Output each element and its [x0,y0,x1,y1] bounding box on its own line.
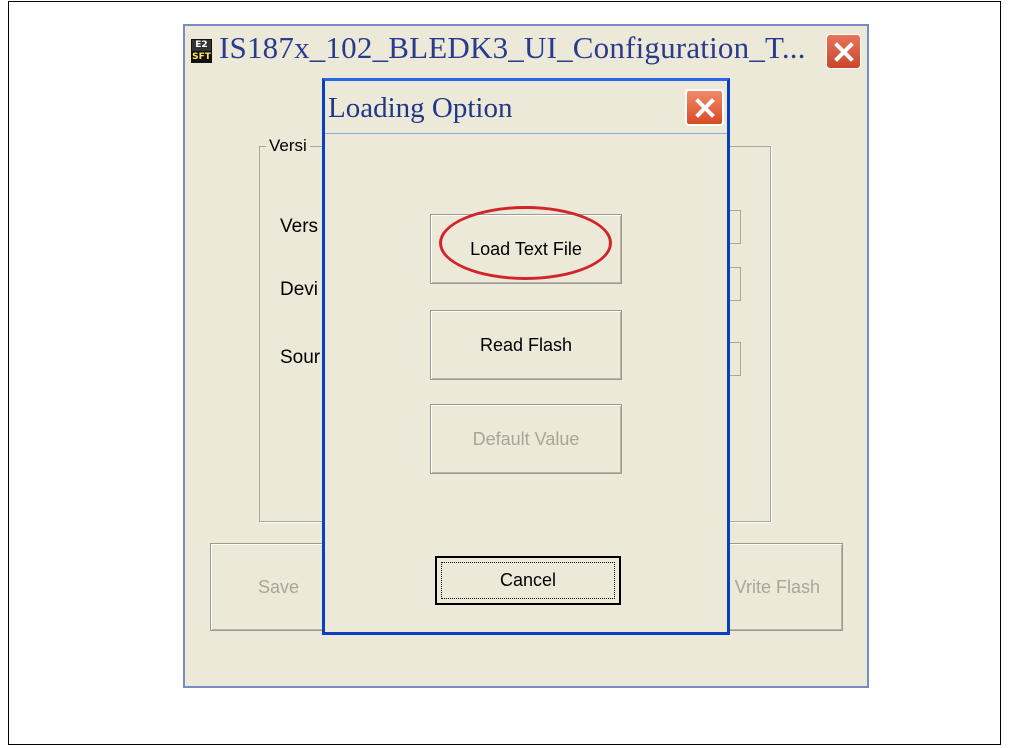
close-icon [833,41,854,62]
main-close-button[interactable] [826,34,861,69]
dialog-titlebar[interactable]: Loading Option [322,78,730,133]
version-combo[interactable] [730,210,741,244]
focus-rectangle [441,562,615,599]
groupbox-label: Versi [266,136,310,156]
version-label: Vers [280,216,319,237]
main-titlebar[interactable]: E2 SFT IS187x_102_BLEDK3_UI_Configuratio… [185,26,867,74]
cancel-button[interactable]: Cancel [435,556,621,605]
device-label: Devi [280,279,319,300]
dialog-body: Load Text File Read Flash Default Value … [325,133,727,633]
dialog-close-button[interactable] [685,89,724,126]
window-title: IS187x_102_BLEDK3_UI_Configuration_T... [219,30,806,65]
dialog-title: Loading Option [328,92,513,124]
app-icon-text-bottom: SFT [192,52,211,62]
default-value-button: Default Value [430,404,622,474]
source-combo[interactable] [730,342,741,376]
read-flash-button[interactable]: Read Flash [430,310,622,380]
app-icon: E2 SFT [191,39,212,63]
close-icon [694,97,715,118]
device-combo[interactable] [730,267,741,301]
app-icon-text-top: E2 [192,40,211,51]
load-text-file-button[interactable]: Load Text File [430,214,622,284]
loading-option-dialog: Loading Option Load Text File Read Flash… [322,78,730,635]
source-label: Sour [280,347,321,368]
